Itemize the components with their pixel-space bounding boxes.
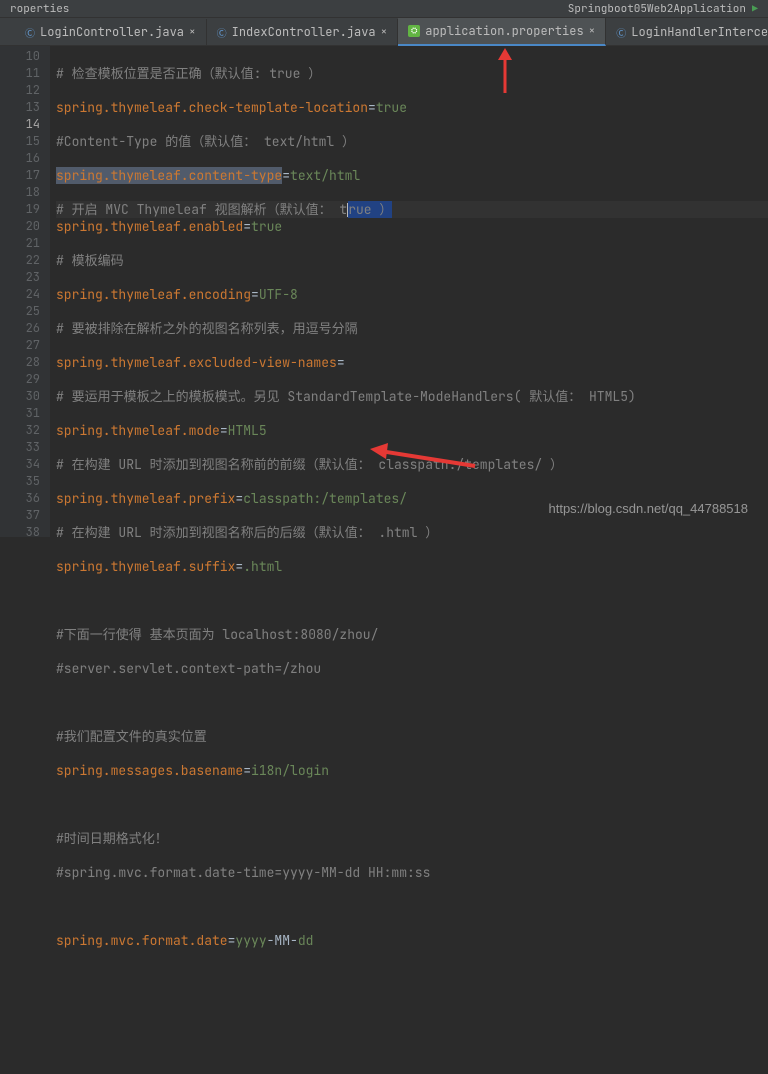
comment: # 要被排除在解析之外的视图名称列表，用逗号分隔 (56, 320, 358, 337)
line-num: 29 (2, 371, 40, 388)
line-num: 34 (2, 456, 40, 473)
tab-label: LoginController.java (40, 24, 184, 40)
java-icon: Ⓒ (217, 25, 227, 40)
line-num: 15 (2, 133, 40, 150)
line-num: 26 (2, 320, 40, 337)
property-key: spring.thymeleaf.encoding (56, 286, 251, 303)
line-num: 20 (2, 218, 40, 235)
property-value: -MM- (267, 932, 298, 949)
comment: #时间日期格式化！ (56, 830, 168, 847)
close-icon[interactable]: × (381, 25, 388, 39)
line-num: 10 (2, 48, 40, 65)
editor-area: 10 11 12 13 14 15 16 17 18 19 20 21 22 2… (0, 46, 768, 537)
line-num: 11 (2, 65, 40, 82)
close-icon[interactable]: × (589, 24, 596, 38)
line-number-gutter: 10 11 12 13 14 15 16 17 18 19 20 21 22 2… (0, 46, 50, 537)
line-num: 23 (2, 269, 40, 286)
property-key-selected: spring.thymeleaf.content-type (56, 167, 282, 184)
run-configuration[interactable]: Springboot05Web2Application (568, 2, 746, 16)
line-num: 38 (2, 524, 40, 541)
property-key: spring.thymeleaf.enabled (56, 218, 243, 235)
property-key: spring.messages.basename (56, 762, 243, 779)
java-icon: Ⓒ (25, 25, 35, 40)
line-num: 21 (2, 235, 40, 252)
property-value: i18n/login (251, 762, 329, 779)
line-num: 17 (2, 167, 40, 184)
tab-login-controller[interactable]: Ⓒ LoginController.java × (15, 19, 207, 45)
line-num: 35 (2, 473, 40, 490)
property-value: true (376, 99, 407, 116)
tab-login-handler-interceptor[interactable]: Ⓒ LoginHandlerInterceptor.java (606, 19, 768, 45)
comment: # 检查模板位置是否正确（默认值: true ） (56, 65, 321, 82)
comment: #server.servlet.context-path=/zhou (56, 660, 321, 677)
property-value: text/html (290, 167, 360, 184)
property-value: UTF-8 (259, 286, 298, 303)
property-value: true (251, 218, 282, 235)
line-num: 28 (2, 354, 40, 371)
comment: #spring.mvc.format.date-time=yyyy-MM-dd … (56, 864, 430, 881)
comment: # 在构建 URL 时添加到视图名称后的后缀（默认值： .html ） (56, 524, 438, 541)
property-value: HTML5 (228, 422, 267, 439)
line-num: 36 (2, 490, 40, 507)
property-key: spring.mvc.format.date (56, 932, 228, 949)
property-key: spring.thymeleaf.suffix (56, 558, 235, 575)
property-value: .html (243, 558, 282, 575)
tab-label: IndexController.java (232, 24, 376, 40)
property-value: dd (298, 932, 314, 949)
comment: # 开启 MVC Thymeleaf 视图解析（默认值： t (56, 201, 347, 218)
line-num: 16 (2, 150, 40, 167)
tab-label: LoginHandlerInterceptor.java (631, 24, 768, 40)
line-num: 33 (2, 439, 40, 456)
play-icon[interactable]: ▶ (752, 2, 758, 15)
comment: rue ） (348, 201, 392, 218)
comment: #下面一行使得 基本页面为 localhost:8080/zhou/ (56, 626, 378, 643)
line-num: 18 (2, 184, 40, 201)
property-value: yyyy (235, 932, 266, 949)
annotation-arrow-up (490, 48, 520, 98)
tab-index-controller[interactable]: Ⓒ IndexController.java × (207, 19, 399, 45)
code-editor[interactable]: # 检查模板位置是否正确（默认值: true ） spring.thymelea… (50, 46, 768, 537)
tab-label: application.properties (425, 23, 583, 39)
line-num: 22 (2, 252, 40, 269)
comment: #我们配置文件的真实位置 (56, 728, 207, 745)
line-num: 32 (2, 422, 40, 439)
property-key: spring.thymeleaf.mode (56, 422, 220, 439)
line-num: 25 (2, 303, 40, 320)
property-key: spring.thymeleaf.excluded-view-names (56, 354, 337, 371)
property-key: spring.thymeleaf.check-template-location (56, 99, 368, 116)
property-value: classpath:/templates/ (243, 490, 407, 507)
line-num: 13 (2, 99, 40, 116)
comment: # 在构建 URL 时添加到视图名称前的前缀（默认值： classpath:/t… (56, 456, 563, 473)
watermark: https://blog.csdn.net/qq_44788518 (549, 500, 749, 517)
editor-tabs: Ⓒ LoginController.java × Ⓒ IndexController.… (0, 18, 768, 46)
panel-title: roperties (10, 2, 69, 16)
close-icon[interactable]: × (189, 25, 196, 39)
annotation-arrow-left (370, 441, 480, 471)
comment: # 模板编码 (56, 252, 124, 269)
tab-application-properties[interactable]: ⛭ application.properties × (398, 18, 606, 46)
line-num: 19 (2, 201, 40, 218)
line-num: 24 (2, 286, 40, 303)
line-num: 12 (2, 82, 40, 99)
comment: #Content-Type 的值（默认值： text/html ） (56, 133, 355, 150)
comment: # 要运用于模板之上的模板模式。另见 StandardTemplate-Mode… (56, 388, 636, 405)
line-num: 30 (2, 388, 40, 405)
line-num: 27 (2, 337, 40, 354)
properties-icon: ⛭ (408, 25, 420, 37)
property-key: spring.thymeleaf.prefix (56, 490, 235, 507)
line-num: 31 (2, 405, 40, 422)
line-num: 37 (2, 507, 40, 524)
line-num: 14 (2, 116, 40, 133)
java-icon: Ⓒ (616, 25, 626, 40)
